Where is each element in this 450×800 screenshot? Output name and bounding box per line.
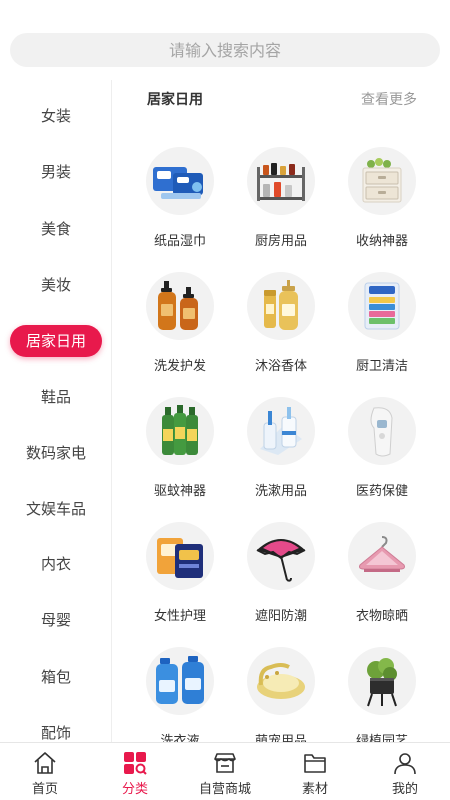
category-label: 绿植园艺 — [355, 734, 408, 742]
category-storage[interactable]: 收纳神器 — [332, 147, 432, 267]
body-wash-icon — [247, 272, 315, 340]
folder-icon — [304, 754, 326, 773]
category-label: 遮阳防潮 — [254, 609, 307, 624]
category-label: 洗发护发 — [153, 359, 206, 374]
tab-store[interactable]: 自营商城 — [180, 743, 270, 800]
toothbrush-cup-icon — [247, 397, 315, 465]
umbrella-icon — [247, 522, 315, 590]
tab-label: 我的 — [391, 782, 418, 797]
category-laundry-drying[interactable]: 衣物晾晒 — [332, 522, 432, 642]
pet-bed-icon — [247, 647, 315, 715]
storage-drawer-icon — [348, 147, 416, 215]
sidebar-item-underwear[interactable]: 内衣 — [0, 544, 111, 584]
tab-label: 素材 — [301, 782, 328, 797]
sidebar-item-womens[interactable]: 女装 — [0, 96, 111, 136]
store-icon — [214, 753, 236, 773]
tab-home[interactable]: 首页 — [0, 743, 90, 800]
category-label: 女性护理 — [153, 609, 206, 624]
sidebar-item-bags[interactable]: 箱包 — [0, 657, 111, 697]
mosquito-repellent-icon — [146, 397, 214, 465]
category-gardening[interactable]: 绿植园艺 — [332, 647, 432, 742]
sidebar-item-shoes[interactable]: 鞋品 — [0, 377, 111, 417]
category-label: 医药保健 — [355, 484, 408, 499]
category-label: 洗漱用品 — [254, 484, 307, 499]
potted-plant-icon — [348, 647, 416, 715]
view-more-link[interactable]: 查看更多 — [361, 89, 417, 109]
category-hair-care[interactable]: 洗发护发 — [130, 272, 230, 392]
bottom-tab-bar: 首页 分类 自营商城 素材 我的 — [0, 742, 450, 800]
category-label: 厨房用品 — [254, 234, 307, 249]
category-sidebar: 女装 男装 美食 美妆 居家日用 鞋品 数码家电 文娱车品 内衣 母婴 箱包 配… — [0, 80, 112, 742]
search-input[interactable] — [10, 33, 440, 67]
sidebar-item-accessories[interactable]: 配饰 — [0, 713, 111, 742]
search-bar — [10, 33, 440, 67]
kitchen-rack-icon — [247, 147, 315, 215]
sidebar-item-beauty[interactable]: 美妆 — [0, 265, 111, 305]
sidebar-item-mens[interactable]: 男装 — [0, 152, 111, 192]
category-toiletries[interactable]: 洗漱用品 — [231, 397, 331, 517]
category-kitchen[interactable]: 厨房用品 — [231, 147, 331, 267]
tab-category[interactable]: 分类 — [90, 743, 180, 800]
shampoo-bottle-icon — [146, 272, 214, 340]
thermometer-icon — [348, 397, 416, 465]
category-detergent[interactable]: 洗衣液 — [130, 647, 230, 742]
category-feminine-care[interactable]: 女性护理 — [130, 522, 230, 642]
category-label: 衣物晾晒 — [355, 609, 408, 624]
category-label: 洗衣液 — [160, 734, 200, 742]
sanitary-pad-icon — [146, 522, 214, 590]
category-label: 纸品湿巾 — [153, 234, 206, 249]
category-pet[interactable]: 萌宠用品 — [231, 647, 331, 742]
category-medical[interactable]: 医药保健 — [332, 397, 432, 517]
category-label: 驱蚊神器 — [153, 484, 206, 499]
tab-label: 分类 — [121, 782, 148, 797]
category-label: 厨卫清洁 — [355, 359, 408, 374]
sidebar-item-food[interactable]: 美食 — [0, 209, 111, 249]
category-icon — [124, 752, 147, 775]
tissue-pack-icon — [146, 147, 214, 215]
category-label: 沐浴香体 — [254, 359, 307, 374]
section-title: 居家日用 — [147, 92, 203, 108]
category-label: 萌宠用品 — [254, 734, 307, 742]
tab-label: 自营商城 — [198, 782, 251, 797]
sidebar-item-home-daily[interactable]: 居家日用 — [10, 325, 102, 357]
tab-label: 首页 — [31, 782, 58, 797]
category-mosquito[interactable]: 驱蚊神器 — [130, 397, 230, 517]
category-sun-moisture[interactable]: 遮阳防潮 — [231, 522, 331, 642]
hanger-icon — [348, 522, 416, 590]
category-bath[interactable]: 沐浴香体 — [231, 272, 331, 392]
sidebar-item-digital[interactable]: 数码家电 — [0, 433, 111, 473]
category-content: 居家日用 查看更多 纸品湿巾 厨房用品 收纳神器 洗发护发 沐浴香体 厨卫清洁 … — [113, 80, 450, 742]
sidebar-item-baby[interactable]: 母婴 — [0, 600, 111, 640]
tab-mine[interactable]: 我的 — [360, 743, 450, 800]
sidebar-item-entertainment-car[interactable]: 文娱车品 — [0, 489, 111, 529]
sponge-icon — [348, 272, 416, 340]
category-label: 收纳神器 — [355, 234, 408, 249]
home-icon — [34, 752, 56, 774]
category-kitchen-bath-cleaning[interactable]: 厨卫清洁 — [332, 272, 432, 392]
laundry-detergent-icon — [146, 647, 214, 715]
tab-materials[interactable]: 素材 — [270, 743, 360, 800]
category-tissue[interactable]: 纸品湿巾 — [130, 147, 230, 267]
user-icon — [394, 753, 416, 775]
